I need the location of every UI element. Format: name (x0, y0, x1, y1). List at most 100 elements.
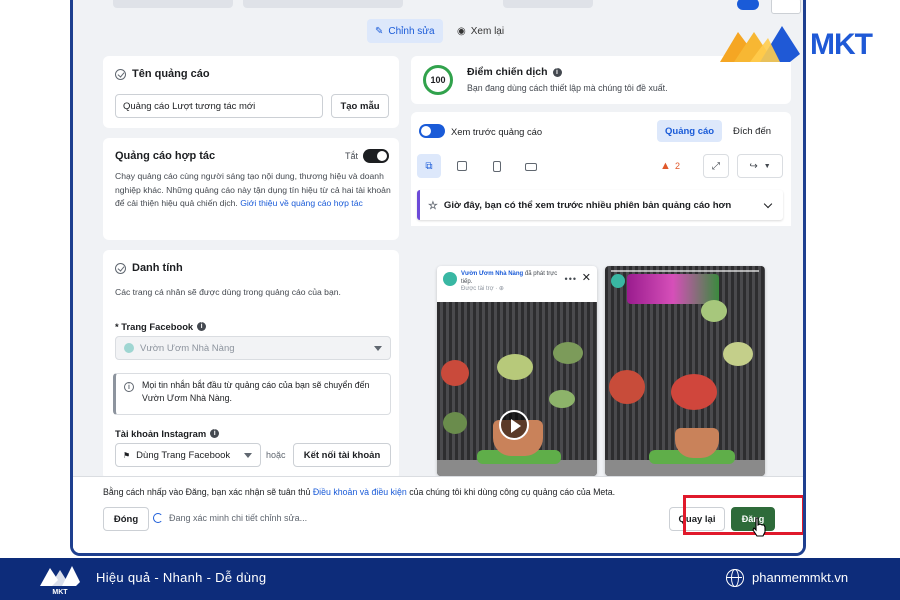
loading-status: Đang xác minh chi tiết chỉnh sửa... (153, 513, 307, 523)
top-ghost-bar (113, 0, 233, 8)
terms-prefix: Bằng cách nhấp vào Đăng, bạn xác nhận sẽ… (103, 487, 311, 497)
partnership-toggle[interactable] (363, 149, 389, 163)
create-template-button[interactable]: Tạo mẫu (331, 94, 389, 118)
more-icon[interactable]: ••• (565, 274, 577, 284)
message-routing-notice: i Mọi tin nhắn bắt đầu từ quảng cáo của … (113, 373, 391, 415)
partnership-toggle-label: Tắt (345, 151, 359, 161)
star-icon: ☆ (428, 199, 438, 212)
terms-notice: Bằng cách nhấp vào Đăng, bạn xác nhận sẽ… (103, 487, 615, 497)
mkt-logo: MKT (720, 24, 890, 64)
post-meta: Được tài trợ · ⊕ (461, 286, 504, 292)
identity-card: Danh tính Các trang cá nhân sẽ được dùng… (103, 250, 399, 480)
brand-website[interactable]: phanmemmkt.vn (752, 570, 848, 585)
spinner-icon (153, 513, 163, 523)
page-avatar-icon (124, 343, 134, 353)
ad-name-heading: Tên quảng cáo (115, 68, 210, 80)
warnings-button[interactable]: ▲ 2 (651, 154, 689, 178)
info-icon: i (552, 67, 562, 77)
connect-account-button[interactable]: Kết nối tài khoản (293, 443, 391, 467)
notice-text: Mọi tin nhắn bắt đầu từ quảng cáo của bạ… (142, 380, 370, 403)
expand-icon: ⤢ (712, 160, 720, 172)
ad-name-title: Tên quảng cáo (132, 68, 210, 80)
hand-cursor-icon (752, 517, 766, 537)
brand-slogan: Hiệu quả - Nhanh - Dễ dùng (96, 570, 267, 585)
flag-icon: ⚑ (123, 450, 131, 460)
flower-plant (671, 374, 717, 410)
chevron-down-icon (763, 199, 773, 209)
post-header: Vườn Ươm Nhà Nàng đã phát trực tiếp. Đượ… (437, 266, 597, 302)
chevron-down-icon: ▼ (763, 162, 771, 170)
identity-title: Danh tính (132, 262, 183, 274)
warning-icon: ▲ (660, 160, 671, 172)
campaign-score-heading: Điểm chiến dịch i (467, 66, 562, 78)
tab-edit[interactable]: ✎ Chỉnh sửa (367, 19, 443, 43)
pencil-icon: ✎ (375, 25, 384, 37)
terms-link[interactable]: Điều khoản và điều kiện (313, 487, 407, 497)
preview-area: Vườn Ươm Nhà Nàng đã phát trực tiếp. Đượ… (411, 226, 803, 553)
banner-text: Giờ đây, bạn có thể xem trước nhiều phiê… (443, 199, 732, 211)
close-button[interactable]: Đóng (103, 507, 149, 531)
tab-review[interactable]: ◉ Xem lại (449, 19, 512, 43)
play-icon[interactable] (499, 410, 529, 440)
facebook-page-label-text: * Trang Facebook (115, 321, 194, 332)
identity-heading: Danh tính (115, 262, 183, 274)
brand-band: MKT Hiệu quả - Nhanh - Dễ dùng phanmemmk… (0, 558, 900, 600)
ads-manager-window: ✎ Chỉnh sửa ◉ Xem lại Tên quảng cáo Quản… (70, 0, 806, 556)
preview-toggle-label: Xem trước quảng cáo (451, 126, 543, 137)
partnership-learn-more-link[interactable]: Giới thiệu về quảng cáo hợp tác (240, 198, 363, 208)
page-avatar (443, 272, 457, 286)
square-format-icon[interactable] (457, 161, 467, 171)
clay-pot (675, 428, 719, 458)
partnership-description: Chạy quảng cáo cùng người sáng tạo nội d… (115, 170, 391, 211)
close-icon[interactable]: ✕ (582, 271, 591, 284)
share-icon: ↪ (749, 160, 758, 172)
facebook-page-value: Vườn Ươm Nhà Nàng (140, 342, 235, 354)
tab-edit-label: Chỉnh sửa (388, 25, 435, 37)
eye-icon: ◉ (457, 25, 466, 37)
story-image (605, 266, 765, 476)
post-video-image (437, 302, 597, 476)
mobile-icon[interactable] (493, 161, 501, 172)
instagram-account-value: Dùng Trang Facebook (136, 449, 231, 461)
chevron-down-icon (244, 453, 252, 458)
placement-all-button[interactable]: ⧉ (417, 154, 441, 178)
top-ghost-bar (503, 0, 593, 8)
bonsai-foliage (443, 412, 467, 434)
tab-ad[interactable]: Quảng cáo (657, 120, 723, 142)
instagram-account-label-text: Tài khoản Instagram (115, 428, 207, 439)
facebook-page-select[interactable]: Vườn Ươm Nhà Nàng (115, 336, 391, 360)
top-bar: ✎ Chỉnh sửa ◉ Xem lại (73, 0, 803, 44)
mkt-logo-mark-icon (720, 26, 800, 62)
story-progress (611, 270, 759, 272)
flower-plant (609, 370, 645, 404)
instagram-account-select[interactable]: ⚑ Dùng Trang Facebook (115, 443, 261, 467)
mkt-logo-text: MKT (810, 28, 873, 61)
check-circle-icon (115, 68, 126, 80)
bonsai-foliage (497, 354, 533, 380)
tab-destination[interactable]: Đích đến (725, 120, 779, 142)
ad-name-input[interactable]: Quảng cáo Lượt tương tác mới (115, 94, 323, 118)
campaign-score-ring: 100 (423, 65, 453, 95)
or-text: hoặc (266, 450, 286, 460)
multi-version-banner[interactable]: ☆ Giờ đây, bạn có thể xem trước nhiều ph… (417, 190, 783, 220)
identity-description: Các trang cá nhân sẽ được dùng trong quả… (115, 287, 341, 297)
info-icon: i (210, 429, 220, 438)
top-ghost-bar (243, 0, 403, 8)
mkt-band-logo-icon: MKT (40, 566, 80, 596)
expand-button[interactable]: ⤢ (703, 154, 729, 178)
footer-bar: Bằng cách nhấp vào Đăng, bạn xác nhận sẽ… (73, 476, 803, 553)
preview-toggle[interactable] (419, 124, 445, 138)
globe-icon (726, 569, 744, 587)
top-toggle[interactable] (737, 0, 759, 10)
top-corner-button[interactable] (771, 0, 801, 14)
landscape-icon[interactable] (525, 163, 537, 171)
check-circle-icon (115, 262, 126, 274)
ad-preview-card: Xem trước quảng cáo Quảng cáo Đích đến ⧉… (411, 112, 803, 553)
partnership-title: Quảng cáo hợp tác (115, 150, 216, 162)
bonsai-foliage (723, 342, 753, 366)
info-icon: i (197, 322, 207, 331)
flower-plant (441, 360, 469, 386)
page-avatar (611, 274, 625, 288)
post-page-name: Vườn Ươm Nhà Nàng (461, 271, 524, 277)
share-button[interactable]: ↪ ▼ (737, 154, 783, 178)
